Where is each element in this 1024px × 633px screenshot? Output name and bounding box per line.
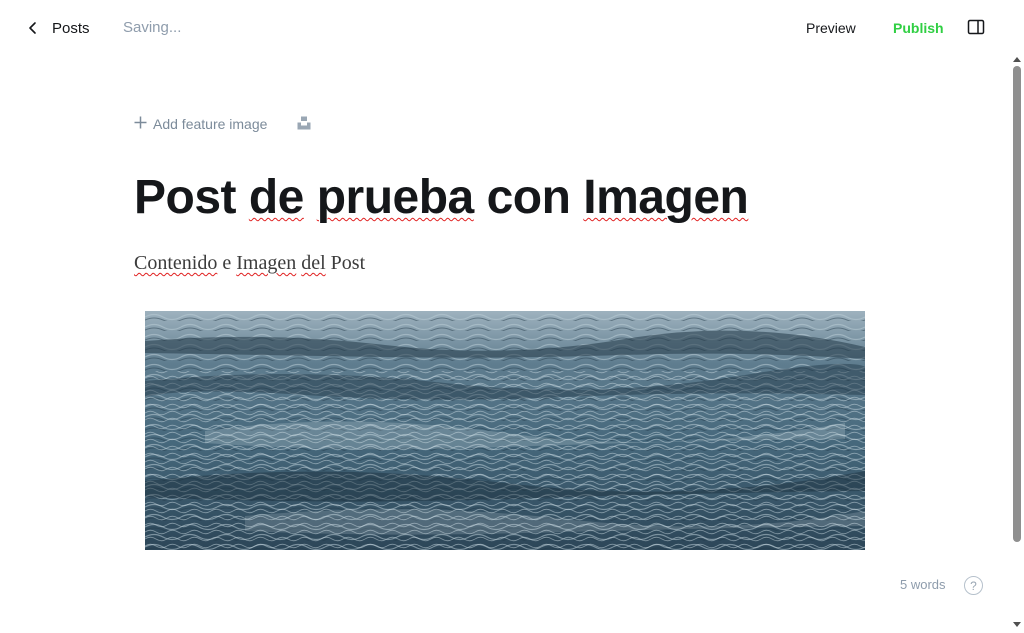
sidebar-toggle-button[interactable] (966, 19, 986, 39)
publish-button[interactable]: Publish (883, 15, 954, 41)
word-count: 5 words (900, 577, 946, 592)
plus-icon (134, 116, 147, 132)
editor-header: Posts Saving... Preview Publish (0, 0, 1024, 56)
back-to-posts-link[interactable]: Posts (24, 14, 90, 42)
body-word-misspelled: Contenido (134, 252, 218, 274)
image-card[interactable] (145, 311, 865, 550)
help-icon[interactable]: ? (964, 576, 983, 595)
title-word: Post (134, 171, 237, 224)
title-word: con (486, 171, 571, 224)
scroll-down-arrow[interactable] (1013, 622, 1021, 627)
body-word-misspelled: del (301, 252, 326, 274)
title-word-misspelled: prueba (316, 171, 475, 224)
sidebar-panel-icon (967, 18, 985, 41)
body-word-misspelled: Imagen (236, 252, 297, 274)
body-word: Post (330, 252, 366, 274)
title-word-misspelled: Imagen (583, 171, 749, 224)
post-title[interactable]: Post de prueba con Imagen (134, 168, 749, 228)
preview-button[interactable]: Preview (796, 15, 866, 41)
water-photo (145, 311, 865, 550)
add-feature-image-label: Add feature image (153, 116, 268, 132)
scrollbar-thumb[interactable] (1013, 66, 1021, 542)
title-word-misspelled: de (248, 171, 305, 224)
back-link-label: Posts (52, 19, 90, 37)
add-feature-image-button[interactable]: Add feature image (134, 114, 267, 134)
body-word: e (222, 252, 232, 274)
scroll-up-arrow[interactable] (1013, 57, 1021, 62)
unsplash-icon[interactable] (297, 116, 311, 130)
chevron-left-icon (24, 19, 42, 37)
post-body-paragraph[interactable]: Contenido e Imagen del Post (134, 250, 365, 276)
save-status: Saving... (123, 19, 182, 36)
